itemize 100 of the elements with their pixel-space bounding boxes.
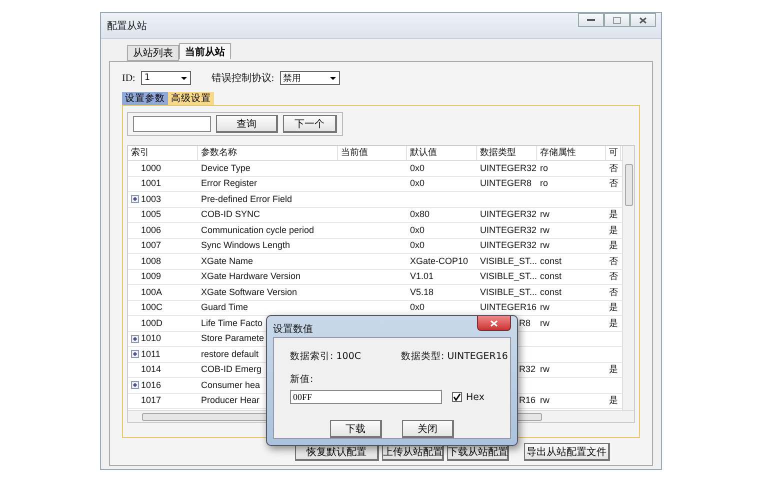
next-button[interactable]: 下一个 bbox=[282, 115, 337, 133]
table-cell-text: rw bbox=[540, 208, 550, 222]
table-cell-text: Store Paramete bbox=[201, 332, 264, 346]
download-button[interactable]: 下载 bbox=[330, 420, 382, 438]
table-cell-text: 1007 bbox=[141, 239, 162, 252]
expand-icon[interactable] bbox=[131, 195, 139, 204]
table-cell-text: Consumer hea bbox=[201, 378, 260, 392]
close-dialog-button[interactable]: 关闭 bbox=[402, 420, 454, 438]
maximize-icon bbox=[613, 16, 621, 24]
tab[interactable]: 从站列表 bbox=[127, 45, 179, 61]
table-row[interactable]: 1009 XGate Hardware Version V1.01 VISIBLE_ST... const 否 bbox=[128, 270, 622, 285]
close-button[interactable] bbox=[630, 13, 656, 27]
table-cell-text: V1.01 bbox=[410, 270, 434, 284]
tab[interactable]: 当前从站 bbox=[179, 43, 231, 59]
dialog-title: 设置数值 bbox=[273, 322, 313, 336]
footer-button[interactable]: 导出从站配置文件 bbox=[524, 443, 610, 461]
search-button[interactable]: 查询 bbox=[216, 115, 278, 133]
table-cell-text: rw bbox=[540, 363, 550, 376]
table-row[interactable]: 1005 COB-ID SYNC 0x80 UINTEGER32 rw 是 bbox=[128, 208, 622, 223]
expand-icon[interactable] bbox=[131, 381, 139, 390]
minimize-button[interactable] bbox=[578, 13, 604, 27]
table-cell-text: 1014 bbox=[141, 363, 162, 376]
column-header[interactable]: 参数名称 bbox=[198, 146, 338, 160]
table-cell-text: UINTEGER32 bbox=[480, 224, 537, 237]
close-icon bbox=[490, 320, 498, 326]
table-row[interactable]: 100A XGate Software Version V5.18 VISIBLE_ST... const 否 bbox=[128, 285, 622, 300]
table-cell-text: 是 bbox=[609, 224, 618, 237]
table-cell-text: R8 bbox=[519, 316, 531, 330]
vertical-scrollbar[interactable] bbox=[622, 146, 634, 410]
table-cell-text: 否 bbox=[609, 254, 618, 268]
expand-icon[interactable] bbox=[131, 350, 139, 358]
table-cell-text: 1006 bbox=[141, 224, 162, 237]
table-row[interactable]: 1008 XGate Name XGate-COP10 VISIBLE_ST... const 否 bbox=[128, 254, 622, 270]
table-cell-text: rw bbox=[540, 239, 550, 252]
table-cell-text: ro bbox=[540, 162, 548, 175]
tab[interactable]: 高级设置 bbox=[168, 92, 214, 105]
table-cell-text: UINTEGER32 bbox=[480, 208, 537, 222]
table-row[interactable]: 1003 Pre-defined Error Field bbox=[128, 192, 622, 208]
table-cell-text: XGate Name bbox=[201, 254, 254, 268]
table-cell-text: const bbox=[540, 254, 562, 268]
table-cell-text: ro bbox=[540, 177, 548, 190]
table-cell-text: 否 bbox=[609, 270, 618, 284]
column-header[interactable]: 当前值 bbox=[338, 146, 407, 160]
table-cell-text: const bbox=[540, 286, 562, 299]
table-cell-text: 是 bbox=[609, 239, 618, 252]
close-button[interactable] bbox=[477, 316, 511, 331]
protocol-dropdown[interactable]: 禁用 bbox=[280, 71, 340, 85]
table-cell-text: restore default bbox=[201, 348, 259, 361]
table-cell-text: 0x0 bbox=[410, 239, 425, 252]
table-row[interactable]: 1000 Device Type 0x0 UINTEGER32 ro 否 bbox=[128, 161, 622, 176]
hex-label: Hex bbox=[466, 392, 484, 402]
table-cell-text: rw bbox=[540, 394, 550, 408]
table-cell-text: 1011 bbox=[141, 348, 160, 361]
table-cell-text: UINTEGER32 bbox=[480, 162, 537, 175]
table-cell-text: R16 bbox=[519, 394, 536, 408]
table-cell-text: 0x80 bbox=[410, 208, 430, 222]
table-cell-text: Sync Windows Length bbox=[201, 239, 290, 252]
table-cell-text: rw bbox=[540, 224, 550, 237]
tab[interactable]: 设置参数 bbox=[122, 92, 168, 105]
type-text: 数据类型: UINTEGER16 bbox=[401, 350, 508, 363]
column-header[interactable]: 默认值 bbox=[407, 146, 477, 160]
table-cell-text: 是 bbox=[609, 316, 618, 330]
column-header[interactable]: 索引 bbox=[128, 146, 198, 160]
table-cell-text: UINTEGER32 bbox=[480, 239, 537, 252]
table-cell-text: 1001 bbox=[141, 177, 162, 190]
table-cell-text: 1003 bbox=[141, 192, 162, 206]
table-cell-text: 否 bbox=[609, 162, 618, 175]
table-cell-text: Pre-defined Error Field bbox=[201, 192, 292, 206]
table-cell-text: XGate Hardware Version bbox=[201, 270, 301, 284]
table-cell-text: rw bbox=[540, 301, 550, 314]
id-label: ID: bbox=[122, 72, 136, 84]
id-dropdown[interactable]: 1 bbox=[141, 71, 192, 85]
table-row[interactable]: 1006 Communication cycle period 0x0 UINTEGER32 rw 是 bbox=[128, 223, 622, 238]
table-cell-text: R32 bbox=[519, 363, 536, 376]
check-icon bbox=[453, 393, 461, 401]
hex-checkbox[interactable] bbox=[452, 392, 462, 402]
table-cell-text: 是 bbox=[609, 301, 618, 314]
value-field[interactable]: 00FF bbox=[290, 390, 442, 404]
table-cell-text: Communication cycle period bbox=[201, 224, 314, 237]
table-row[interactable]: 1001 Error Register 0x0 UINTEGER8 ro 否 bbox=[128, 176, 622, 192]
expand-icon[interactable] bbox=[131, 334, 139, 343]
close-icon bbox=[639, 16, 647, 24]
table-cell-text: COB-ID Emerg bbox=[201, 363, 262, 376]
table-cell-text: Producer Hear bbox=[201, 394, 260, 408]
column-header[interactable]: 存储属性 bbox=[537, 146, 606, 160]
search-field[interactable] bbox=[133, 116, 211, 132]
table-cell-text: 否 bbox=[609, 286, 618, 299]
protocol-label: 错误控制协议: bbox=[211, 72, 274, 85]
table-cell-text: VISIBLE_ST... bbox=[480, 286, 538, 299]
table-cell-text: 1016 bbox=[141, 378, 162, 392]
table-cell-text: 100A bbox=[141, 286, 162, 299]
table-row[interactable]: 1007 Sync Windows Length 0x0 UINTEGER32 rw 是 bbox=[128, 238, 622, 254]
table-cell-text: XGate Software Version bbox=[201, 286, 298, 299]
table-cell-text: 0x0 bbox=[410, 177, 425, 190]
table-cell-text: Guard Time bbox=[201, 301, 248, 314]
column-header[interactable]: 数据类型 bbox=[477, 146, 537, 160]
table-cell-text: 1010 bbox=[141, 332, 162, 346]
table-cell-text: 是 bbox=[609, 208, 618, 222]
column-header[interactable]: 可 bbox=[606, 146, 621, 160]
table-cell-text: 是 bbox=[609, 363, 618, 376]
